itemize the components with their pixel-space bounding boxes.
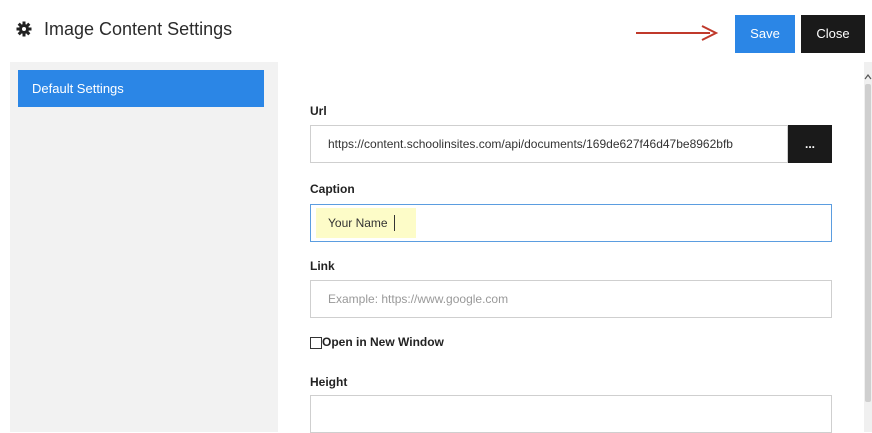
settings-sidebar: Default Settings [10,62,278,432]
scrollbar-thumb[interactable] [865,84,871,402]
url-field[interactable]: https://content.schoolinsites.com/api/do… [310,125,788,163]
settings-panel [278,62,864,432]
link-placeholder: Example: https://www.google.com [328,292,509,306]
sidebar-item-default-settings[interactable]: Default Settings [18,70,264,107]
link-label: Link [310,259,335,273]
open-new-window-checkbox[interactable] [310,337,322,349]
dialog-title: Image Content Settings [44,19,233,39]
scroll-up-arrow-icon[interactable] [864,72,872,82]
link-field[interactable]: Example: https://www.google.com [310,280,832,318]
dialog-header: Image Content Settings Save Close [0,0,872,62]
url-label: Url [310,104,327,118]
text-caret [394,215,395,231]
height-field[interactable] [310,395,832,433]
open-new-window-label[interactable]: Open in New Window [322,335,444,349]
close-button[interactable]: Close [801,15,865,53]
caption-label: Caption [310,182,355,196]
arrow-right-icon [636,25,719,41]
browse-button[interactable]: ... [788,125,832,163]
height-label: Height [310,375,348,389]
caption-value: Your Name [328,216,388,230]
gear-icon [16,21,32,37]
save-button[interactable]: Save [735,15,795,53]
